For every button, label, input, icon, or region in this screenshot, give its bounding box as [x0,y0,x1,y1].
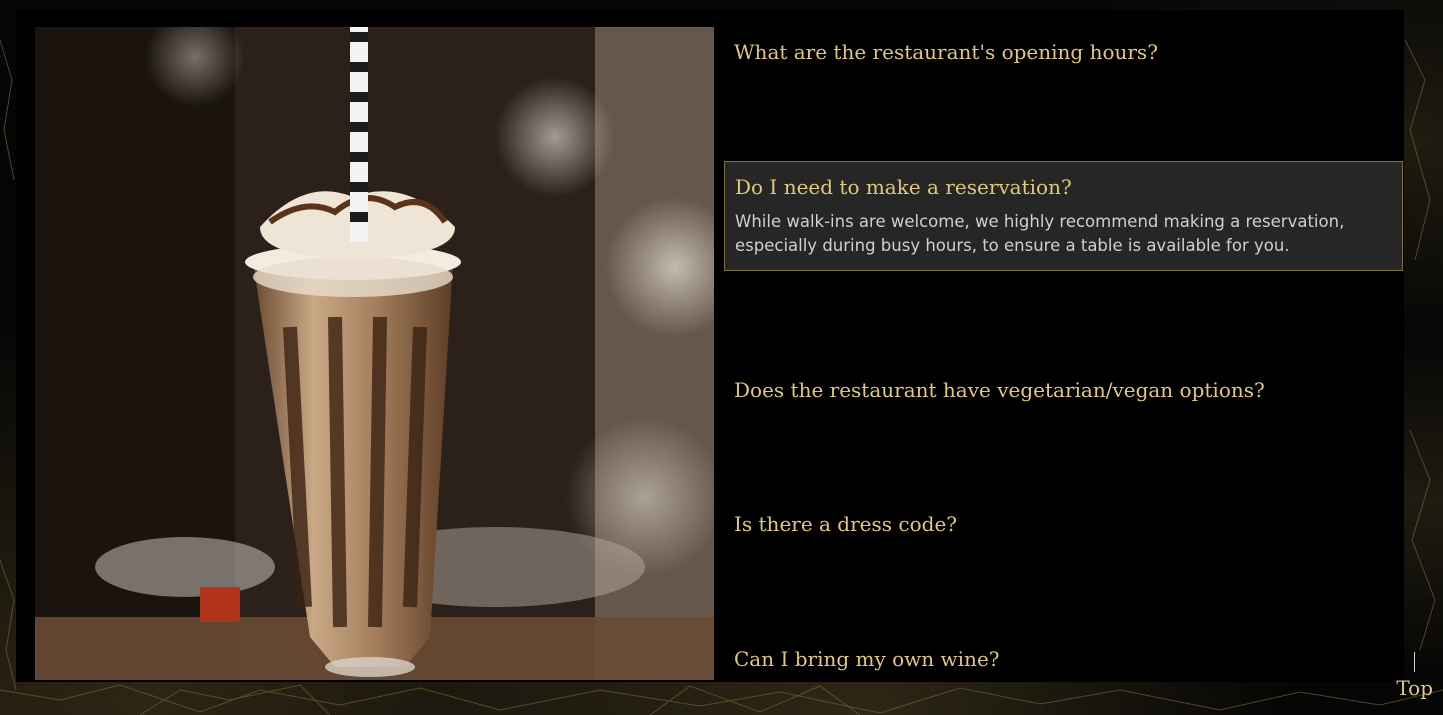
back-to-top-link[interactable]: Top [1396,652,1433,700]
faq-item-opening-hours[interactable]: What are the restaurant's opening hours? [724,27,1403,77]
faq-item-reservation[interactable]: Do I need to make a reservation? While w… [724,161,1403,271]
faq-question[interactable]: Do I need to make a reservation? [735,174,1392,200]
faq-question[interactable]: Can I bring my own wine? [734,646,1393,672]
faq-question[interactable]: Is there a dress code? [734,511,1393,537]
faq-answer: While walk-ins are welcome, we highly re… [735,212,1345,255]
faq-item-own-wine[interactable]: Can I bring my own wine? [724,634,1403,684]
back-to-top-label: Top [1396,676,1433,700]
faq-question[interactable]: Does the restaurant have vegetarian/vega… [734,377,1393,403]
milkshake-photo [35,27,714,680]
faq-question[interactable]: What are the restaurant's opening hours? [734,39,1393,65]
faq-item-dress-code[interactable]: Is there a dress code? [724,499,1403,549]
faq-item-vegetarian-options[interactable]: Does the restaurant have vegetarian/vega… [724,365,1403,415]
top-line-icon [1414,652,1416,672]
